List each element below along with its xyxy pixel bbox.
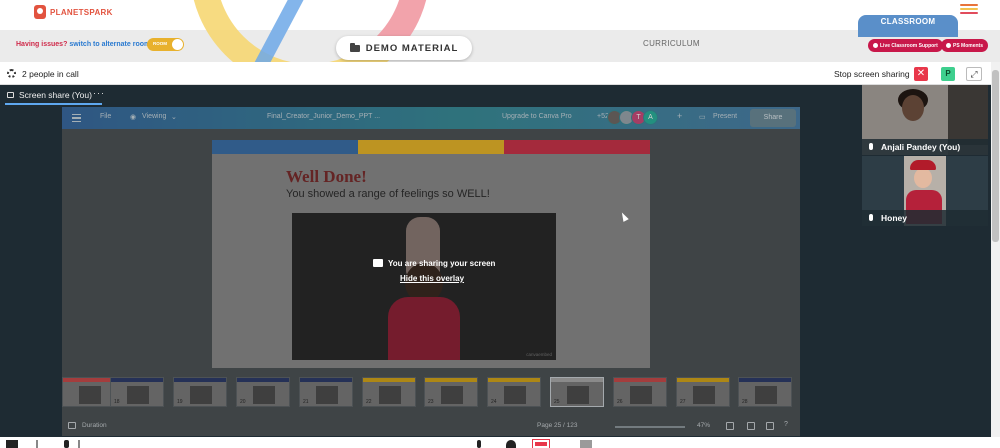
ps-moments-button[interactable]: PS Moments xyxy=(941,39,989,52)
scrollbar-thumb[interactable] xyxy=(992,70,999,242)
bottom-controls xyxy=(0,437,1000,448)
hide-overlay-link[interactable]: Hide this overlay xyxy=(400,274,464,283)
active-tab-indicator xyxy=(5,103,102,105)
logo-text: PLANETSPARK xyxy=(50,7,113,17)
microphone-icon[interactable] xyxy=(869,214,873,221)
presenter-avatar[interactable]: P xyxy=(941,67,955,81)
hamburger-menu-icon[interactable] xyxy=(960,4,978,16)
room-toggle-label: ROOM xyxy=(153,41,167,46)
classroom-tab-base xyxy=(858,29,958,37)
classroom-tab[interactable]: CLASSROOM xyxy=(858,15,958,29)
alternate-room-link[interactable]: switch to alternate room xyxy=(69,41,150,48)
issue-prefix: Having issues? xyxy=(16,41,68,48)
participant-tile[interactable]: Honey xyxy=(862,156,988,226)
camera-icon[interactable] xyxy=(6,440,18,448)
header-banner xyxy=(0,0,1000,30)
people-count: 2 people in call xyxy=(22,69,79,79)
demo-material-label: DEMO MATERIAL xyxy=(365,42,459,54)
sharing-overlay-message: You are sharing your screen Hide this ov… xyxy=(291,213,555,360)
participant-name: Anjali Pandey (You) xyxy=(881,142,961,152)
microphone-icon[interactable] xyxy=(869,143,873,150)
menu-line xyxy=(960,4,978,6)
issue-notice: Having issues? switch to alternate room xyxy=(16,41,150,48)
curriculum-tab[interactable]: CURRICULUM xyxy=(643,39,700,48)
participant-name-bar: Anjali Pandey (You) xyxy=(862,139,988,155)
chat-icon[interactable] xyxy=(580,440,592,448)
classroom-app: PLANETSPARK Having issues? switch to alt… xyxy=(0,0,1000,448)
microphone-icon[interactable] xyxy=(64,440,69,448)
expand-icon[interactable]: ⤢ xyxy=(966,67,982,81)
chevron-down-icon[interactable] xyxy=(36,440,38,448)
moments-icon xyxy=(946,43,951,48)
participant-video xyxy=(910,160,936,170)
gear-icon[interactable] xyxy=(7,69,16,78)
brand-logo[interactable]: PLANETSPARK xyxy=(34,5,113,19)
more-options-icon[interactable]: ··· xyxy=(93,88,105,98)
live-support-label: Live Classroom Support xyxy=(880,42,938,49)
participant-video xyxy=(914,168,932,188)
hand-raise-icon[interactable] xyxy=(506,440,516,448)
screen-share-icon xyxy=(373,259,383,267)
room-toggle-knob xyxy=(172,39,183,50)
screen-share-icon xyxy=(7,92,14,98)
room-toggle[interactable]: ROOM xyxy=(147,38,184,51)
live-support-button[interactable]: Live Classroom Support xyxy=(868,39,943,52)
menu-line xyxy=(960,12,978,14)
demo-material-button[interactable]: DEMO MATERIAL xyxy=(336,36,472,60)
participant-tile[interactable]: Anjali Pandey (You) xyxy=(862,85,988,155)
stop-sharing-button[interactable]: ✕ xyxy=(914,67,928,81)
participant-video xyxy=(902,95,924,121)
folder-icon xyxy=(349,42,360,52)
video-background xyxy=(948,85,988,145)
call-bar: 2 people in call Stop screen sharing ✕ P… xyxy=(0,62,991,85)
participant-name-bar: Honey xyxy=(862,210,988,226)
chevron-down-icon[interactable] xyxy=(78,440,80,448)
top-header: PLANETSPARK Having issues? switch to alt… xyxy=(0,0,1000,62)
screen-share-tab[interactable]: Screen share (You) xyxy=(19,90,92,100)
stop-sharing-label: Stop screen sharing xyxy=(834,69,910,79)
menu-line xyxy=(960,8,978,10)
share-screen-icon[interactable] xyxy=(532,439,550,448)
support-icon xyxy=(873,43,878,48)
participant-name: Honey xyxy=(881,213,907,223)
ps-moments-label: PS Moments xyxy=(953,42,984,49)
person-icon[interactable] xyxy=(477,440,481,448)
screen-share-tab-bar xyxy=(0,85,862,105)
logo-icon xyxy=(34,5,46,19)
sharing-status-text: You are sharing your screen xyxy=(388,259,496,268)
